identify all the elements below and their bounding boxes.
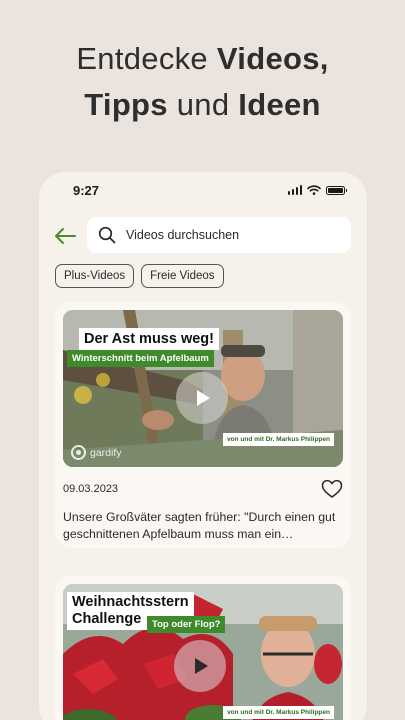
video-meta: 09.03.2023 — [63, 479, 343, 499]
video-card[interactable]: Der Ast muss weg! Winterschnitt beim Apf… — [55, 302, 351, 548]
filter-chips: Plus-Videos Freie Videos — [55, 264, 224, 288]
video-card[interactable]: Weihnachtsstern Challenge Top oder Flop?… — [55, 576, 351, 720]
headline-text-und: und — [167, 87, 239, 122]
play-icon — [197, 390, 210, 406]
gardify-logo: gardify — [71, 445, 122, 460]
heart-icon[interactable] — [321, 479, 343, 499]
headline-text: Entdecke — [76, 41, 217, 76]
video-subtitle: Top oder Flop? — [147, 616, 226, 633]
status-bar: 9:27 — [39, 172, 367, 208]
chip-plus-videos[interactable]: Plus-Videos — [55, 264, 135, 288]
video-thumbnail[interactable]: Der Ast muss weg! Winterschnitt beim Apf… — [63, 310, 343, 467]
video-description: Unsere Großväter sagten früher: "Durch e… — [63, 510, 336, 541]
play-icon — [195, 658, 208, 674]
status-time: 9:27 — [73, 183, 100, 198]
search-input[interactable]: Videos durchsuchen — [126, 228, 239, 242]
signal-icon — [287, 185, 302, 195]
brand-name: gardify — [90, 446, 122, 459]
headline-bold-videos: Videos, — [216, 41, 329, 76]
video-date: 09.03.2023 — [63, 483, 119, 495]
search-icon — [98, 226, 116, 244]
video-subtitle: Winterschnitt beim Apfelbaum — [67, 350, 214, 367]
phone-screen: 9:27 Videos durchsuchen Plus-Videos Frei… — [39, 172, 367, 720]
video-title-line-1: Weihnachtsstern — [72, 594, 189, 610]
video-credit: von und mit Dr. Markus Philippen — [223, 706, 334, 719]
headline-line-2: Tipps und Ideen — [0, 82, 405, 128]
back-arrow-icon[interactable] — [53, 226, 77, 246]
video-title: Der Ast muss weg! — [79, 328, 219, 350]
headline-line-1: Entdecke Videos, — [0, 36, 405, 82]
headline-bold-ideen: Ideen — [238, 87, 321, 122]
status-icons — [287, 185, 347, 195]
gardify-logo-icon — [71, 445, 86, 460]
video-thumbnail[interactable]: Weihnachtsstern Challenge Top oder Flop?… — [63, 584, 343, 720]
headline-bold-tipps: Tipps — [84, 87, 168, 122]
play-button[interactable] — [176, 372, 228, 424]
chip-freie-videos[interactable]: Freie Videos — [141, 264, 224, 288]
play-button[interactable] — [174, 640, 226, 692]
headline: Entdecke Videos, Tipps und Ideen — [0, 36, 405, 128]
search-bar[interactable]: Videos durchsuchen — [87, 217, 351, 253]
battery-icon — [326, 185, 347, 195]
video-credit: von und mit Dr. Markus Philippen — [223, 433, 334, 446]
wifi-icon — [307, 185, 321, 195]
